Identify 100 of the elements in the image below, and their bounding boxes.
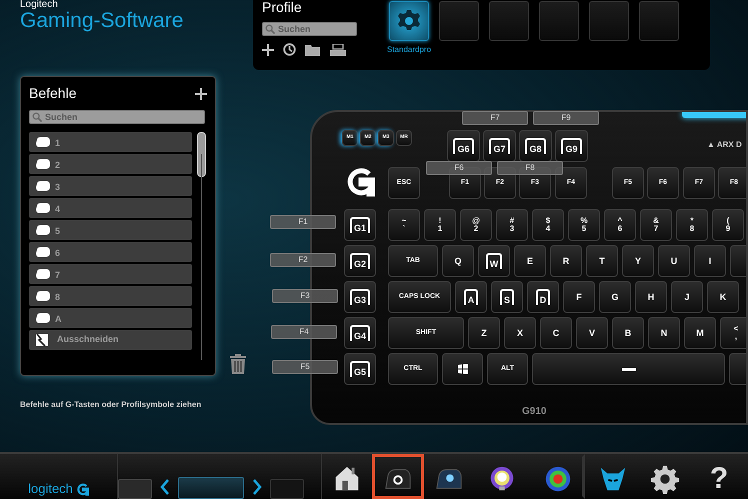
profile-tile[interactable] bbox=[639, 1, 679, 41]
keycap-icon bbox=[35, 202, 51, 214]
command-item[interactable]: 8 bbox=[29, 286, 192, 306]
command-item[interactable]: 1 bbox=[29, 132, 192, 152]
profile-tile[interactable] bbox=[439, 1, 479, 41]
printer-icon[interactable] bbox=[330, 44, 346, 56]
keyboard-key[interactable]: R bbox=[550, 245, 582, 277]
assignment-tag[interactable]: F8 bbox=[497, 161, 563, 175]
command-item[interactable]: 2 bbox=[29, 154, 192, 174]
keyboard-key[interactable]: C bbox=[540, 317, 572, 349]
arrow-left-icon[interactable] bbox=[160, 479, 170, 495]
keyboard-key[interactable]: G8 bbox=[519, 130, 552, 162]
keyboard-key[interactable]: ^ 6 bbox=[604, 209, 636, 241]
keyboard-key[interactable]: J bbox=[671, 281, 703, 313]
profile-tile[interactable] bbox=[589, 1, 629, 41]
profile-tile[interactable] bbox=[389, 1, 429, 41]
device-thumbnail[interactable] bbox=[270, 479, 304, 499]
window-grid-icon bbox=[458, 364, 468, 374]
hint-text: Befehle auf G-Tasten oder Profilsymbole ziehen bbox=[20, 399, 202, 410]
search-icon bbox=[265, 24, 275, 34]
keyboard-key[interactable]: G1 bbox=[344, 209, 376, 241]
keyboard-key[interactable]: W bbox=[478, 245, 510, 277]
bar-icon bbox=[622, 368, 636, 370]
g-logo-icon bbox=[347, 167, 375, 197]
keyboard-key[interactable]: U bbox=[658, 245, 690, 277]
assignment-tag[interactable]: F9 bbox=[533, 111, 599, 125]
keyboard-key[interactable]: G3 bbox=[344, 281, 376, 313]
profile-tile[interactable] bbox=[539, 1, 579, 41]
keyboard-key[interactable]: Y bbox=[622, 245, 654, 277]
g-logo-icon bbox=[76, 483, 89, 496]
keyboard-key[interactable]: H bbox=[635, 281, 667, 313]
assignment-tag[interactable]: F1 bbox=[270, 215, 336, 229]
panel-title: Befehle bbox=[29, 84, 76, 103]
keyboard-key[interactable]: E bbox=[514, 245, 546, 277]
keyboard-key[interactable]: & 7 bbox=[640, 209, 672, 241]
command-item[interactable]: 7 bbox=[29, 264, 192, 284]
keyboard-key[interactable]: G bbox=[599, 281, 631, 313]
keyboard-key[interactable]: S bbox=[491, 281, 523, 313]
assignment-tag[interactable]: F6 bbox=[426, 161, 492, 175]
device-thumbnail[interactable] bbox=[178, 477, 244, 499]
command-item[interactable]: 5 bbox=[29, 220, 192, 240]
keyboard-key[interactable] bbox=[442, 353, 483, 385]
arrow-right-icon[interactable] bbox=[252, 479, 262, 495]
keyboard-key[interactable]: T bbox=[586, 245, 618, 277]
assignment-tag[interactable]: F4 bbox=[271, 325, 337, 339]
panel-title: Profile bbox=[262, 0, 303, 15]
trash-icon[interactable] bbox=[230, 354, 246, 374]
search-field[interactable]: Suchen bbox=[262, 22, 357, 36]
keyboard-key[interactable]: G6 bbox=[447, 130, 480, 162]
keyboard-key[interactable]: Q bbox=[442, 245, 474, 277]
keyboard-key[interactable]: I bbox=[694, 245, 726, 277]
keyboard-key[interactable]: X bbox=[504, 317, 536, 349]
keyboard-key[interactable]: M bbox=[684, 317, 716, 349]
keyboard-key[interactable]: V bbox=[576, 317, 608, 349]
assignment-tag[interactable]: F3 bbox=[272, 289, 338, 303]
keyboard-key[interactable]: # 3 bbox=[496, 209, 528, 241]
search-field[interactable]: Suchen bbox=[29, 110, 205, 124]
assignment-tag[interactable]: F7 bbox=[462, 111, 528, 125]
command-item[interactable]: 4 bbox=[29, 198, 192, 218]
folder-icon[interactable] bbox=[305, 44, 321, 56]
keyboard-key[interactable]: Z bbox=[468, 317, 500, 349]
profile-name: Standardpro bbox=[386, 44, 432, 56]
keyboard-key[interactable]: B bbox=[612, 317, 644, 349]
keyboard-key[interactable]: K bbox=[707, 281, 739, 313]
keyboard-key[interactable]: N bbox=[648, 317, 680, 349]
keycap-icon bbox=[35, 158, 51, 170]
keyboard-key[interactable]: @ 2 bbox=[460, 209, 492, 241]
assignment-tag[interactable]: F2 bbox=[270, 253, 336, 267]
command-item[interactable]: 3 bbox=[29, 176, 192, 196]
keyboard-key[interactable]: $ 4 bbox=[532, 209, 564, 241]
command-item[interactable]: Ausschneiden bbox=[29, 330, 192, 350]
command-item[interactable]: A bbox=[29, 308, 192, 328]
assignment-tag[interactable]: F5 bbox=[272, 360, 338, 374]
profile-tile[interactable] bbox=[489, 1, 529, 41]
keyboard-key[interactable]: ~ ` bbox=[388, 209, 420, 241]
keyboard-key[interactable]: ( 9 bbox=[712, 209, 744, 241]
keyboard-key[interactable]: G4 bbox=[344, 317, 376, 349]
keyboard-key[interactable]: < , bbox=[720, 317, 746, 349]
keyboard-key[interactable]: G9 bbox=[555, 130, 588, 162]
keyboard-key[interactable]: G7 bbox=[483, 130, 516, 162]
keycap-icon bbox=[35, 180, 51, 192]
search-icon bbox=[32, 112, 42, 122]
add-icon[interactable] bbox=[195, 88, 207, 100]
command-item[interactable]: 6 bbox=[29, 242, 192, 262]
keyboard-key[interactable]: F bbox=[563, 281, 595, 313]
keyboard-key[interactable]: A bbox=[455, 281, 487, 313]
keyboard-key[interactable]: G2 bbox=[344, 245, 376, 277]
toolbar-button[interactable]: ? bbox=[690, 454, 748, 499]
clock-icon[interactable] bbox=[283, 43, 296, 56]
keyboard-key[interactable]: % 5 bbox=[568, 209, 600, 241]
gear-icon bbox=[397, 9, 421, 33]
scrollbar[interactable] bbox=[196, 132, 206, 360]
add-icon[interactable] bbox=[262, 44, 274, 56]
keyboard-key[interactable]: D bbox=[527, 281, 559, 313]
keycap-icon bbox=[35, 268, 51, 280]
keyboard-key[interactable]: ! 1 bbox=[424, 209, 456, 241]
device-thumbnail[interactable] bbox=[118, 479, 152, 499]
keyboard-key[interactable]: G5 bbox=[344, 353, 376, 385]
model-label: G910 bbox=[522, 405, 546, 419]
keyboard-key[interactable]: * 8 bbox=[676, 209, 708, 241]
